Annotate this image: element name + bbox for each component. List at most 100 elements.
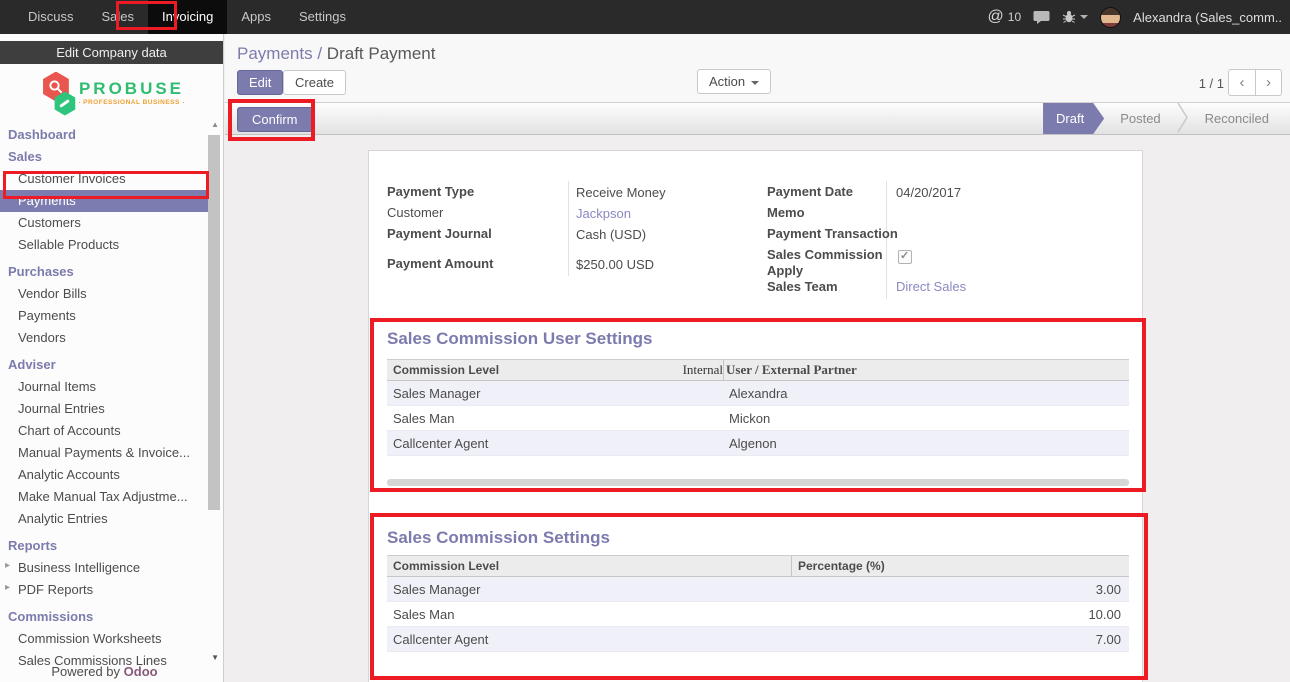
brand-name: PROBUSE xyxy=(79,79,184,99)
sidebar-item-customer-invoices[interactable]: Customer Invoices xyxy=(0,168,209,190)
sidebar-item-manual-payments[interactable]: Manual Payments & Invoice... xyxy=(0,442,209,464)
nav-heading-sales: Sales xyxy=(0,146,209,168)
sidebar-item-sellable-products[interactable]: Sellable Products xyxy=(0,234,209,256)
table-row[interactable]: Callcenter Agent 7.00 xyxy=(387,627,1129,652)
pager: ‹ › xyxy=(1228,69,1282,96)
payment-transaction-label: Payment Transaction xyxy=(767,226,898,241)
table-horizontal-scrollbar[interactable] xyxy=(387,479,1129,486)
topbar-right: @ 10 Alexandra (Sales_comm.. xyxy=(988,7,1290,28)
app-window: Discuss Sales Invoicing Apps Settings @ … xyxy=(0,0,1290,682)
breadcrumb-separator: / xyxy=(317,44,322,63)
messages-icon[interactable] xyxy=(1033,10,1050,25)
user-settings-title: Sales Commission User Settings xyxy=(387,329,652,349)
sales-team-label: Sales Team xyxy=(767,279,838,294)
menu-apps[interactable]: Apps xyxy=(227,0,285,34)
top-navbar: Discuss Sales Invoicing Apps Settings @ … xyxy=(0,0,1290,34)
at-icon: @ xyxy=(988,8,1004,26)
nav-heading-purchases: Purchases xyxy=(0,261,209,283)
column-commission-level[interactable]: Commission Level xyxy=(387,556,791,576)
user-menu[interactable]: Alexandra (Sales_comm.. xyxy=(1133,10,1282,25)
logo-hexagons xyxy=(39,70,79,116)
powered-by-odoo: Powered by Odoo xyxy=(0,664,209,679)
scroll-up-icon[interactable]: ▲ xyxy=(211,120,219,129)
menu-discuss[interactable]: Discuss xyxy=(14,0,88,34)
customer-label: Customer xyxy=(387,205,443,220)
sidebar-item-analytic-entries[interactable]: Analytic Entries xyxy=(0,508,209,530)
sidebar-item-vendor-bills[interactable]: Vendor Bills xyxy=(0,283,209,305)
statusbar: Draft Posted Reconciled xyxy=(1043,103,1285,134)
sidebar-item-journal-entries[interactable]: Journal Entries xyxy=(0,398,209,420)
sidebar-item-payments[interactable]: Payments xyxy=(0,190,209,212)
column-internal-fragment: Internal xyxy=(683,362,723,378)
mentions-counter[interactable]: @ 10 xyxy=(988,8,1022,26)
sidebar: Edit Company data PROBUSE PROFESSIONAL B… xyxy=(0,34,224,682)
payment-date-value: 04/20/2017 xyxy=(896,185,961,200)
payment-type-value: Receive Money xyxy=(576,185,666,200)
nav-heading-dashboard: Dashboard xyxy=(0,124,209,146)
table-row[interactable]: Callcenter Agent Algenon xyxy=(387,431,1129,456)
sidebar-item-journal-items[interactable]: Journal Items xyxy=(0,376,209,398)
status-chevron-icon xyxy=(1177,102,1189,136)
debug-caret-icon xyxy=(1080,15,1088,19)
debug-menu[interactable] xyxy=(1062,10,1088,24)
create-button[interactable]: Create xyxy=(283,70,346,95)
sidebar-item-pdf-reports[interactable]: ▸ PDF Reports xyxy=(0,579,209,601)
column-user-external-partner[interactable]: User / External Partner xyxy=(723,360,1129,380)
payment-date-label: Payment Date xyxy=(767,184,853,199)
user-settings-table: Commission Level Internal User / Externa… xyxy=(387,359,1129,456)
sidebar-item-business-intelligence[interactable]: ▸ Business Intelligence xyxy=(0,557,209,579)
table-row[interactable]: Sales Man 10.00 xyxy=(387,602,1129,627)
nav-heading-reports: Reports xyxy=(0,535,209,557)
confirm-button[interactable]: Confirm xyxy=(237,107,313,132)
edit-button[interactable]: Edit xyxy=(237,70,283,95)
column-commission-level[interactable]: Commission Level Internal xyxy=(387,360,723,380)
sidebar-item-analytic-accounts[interactable]: Analytic Accounts xyxy=(0,464,209,486)
status-strip: Confirm Draft Posted Reconciled xyxy=(225,102,1290,135)
sales-team-link[interactable]: Direct Sales xyxy=(896,279,966,294)
sidebar-item-tax-adjustments[interactable]: Make Manual Tax Adjustme... xyxy=(0,486,209,508)
table-row[interactable]: Sales Manager 3.00 xyxy=(387,577,1129,602)
expand-arrow-icon: ▸ xyxy=(5,560,10,571)
payment-form-sheet: Payment Type Receive Money Customer Jack… xyxy=(368,150,1143,682)
nav-heading-adviser: Adviser xyxy=(0,354,209,376)
menu-invoicing[interactable]: Invoicing xyxy=(148,0,227,34)
menu-sales[interactable]: Sales xyxy=(88,0,149,34)
payment-type-label: Payment Type xyxy=(387,184,474,199)
sidebar-item-vendor-payments[interactable]: Payments xyxy=(0,305,209,327)
commission-settings-header: Commission Level Percentage (%) xyxy=(387,555,1129,577)
sidebar-scrollbar-thumb[interactable] xyxy=(208,135,220,510)
sales-commission-apply-label: Sales Commission Apply xyxy=(767,247,889,279)
menu-settings[interactable]: Settings xyxy=(285,0,360,34)
payment-amount-value: $250.00 USD xyxy=(576,257,654,272)
commission-settings-title: Sales Commission Settings xyxy=(387,528,610,548)
table-row[interactable]: Sales Manager Alexandra xyxy=(387,381,1129,406)
brand-tagline: PROFESSIONAL BUSINESS xyxy=(79,99,184,106)
status-posted[interactable]: Posted xyxy=(1104,103,1176,134)
mentions-count: 10 xyxy=(1008,10,1021,24)
customer-link[interactable]: Jackpson xyxy=(576,206,631,221)
expand-arrow-icon: ▸ xyxy=(5,582,10,593)
memo-label: Memo xyxy=(767,205,805,220)
breadcrumb: Payments / Draft Payment xyxy=(237,44,435,64)
scroll-down-icon[interactable]: ▼ xyxy=(211,653,219,662)
payment-journal-value: Cash (USD) xyxy=(576,227,646,242)
nav-heading-commissions: Commissions xyxy=(0,606,209,628)
sidebar-item-vendors[interactable]: Vendors xyxy=(0,327,209,349)
table-row[interactable]: Sales Man Mickon xyxy=(387,406,1129,431)
edit-company-button[interactable]: Edit Company data xyxy=(0,41,223,64)
control-panel: Payments / Draft Payment Edit Create Act… xyxy=(225,34,1290,102)
status-reconciled[interactable]: Reconciled xyxy=(1189,103,1285,134)
user-avatar[interactable] xyxy=(1100,7,1121,28)
pager-next-button[interactable]: › xyxy=(1255,69,1282,96)
action-caret-icon xyxy=(751,81,759,85)
sidebar-item-commission-worksheets[interactable]: Commission Worksheets xyxy=(0,628,209,650)
sidebar-item-customers[interactable]: Customers xyxy=(0,212,209,234)
sales-commission-apply-checkbox[interactable] xyxy=(898,250,912,264)
pager-previous-button[interactable]: ‹ xyxy=(1228,69,1255,96)
column-percentage[interactable]: Percentage (%) xyxy=(791,556,1129,576)
breadcrumb-payments-link[interactable]: Payments xyxy=(237,44,313,63)
sidebar-item-chart-of-accounts[interactable]: Chart of Accounts xyxy=(0,420,209,442)
payment-amount-label: Payment Amount xyxy=(387,256,493,271)
status-draft[interactable]: Draft xyxy=(1043,103,1104,134)
action-dropdown-button[interactable]: Action xyxy=(697,69,771,94)
